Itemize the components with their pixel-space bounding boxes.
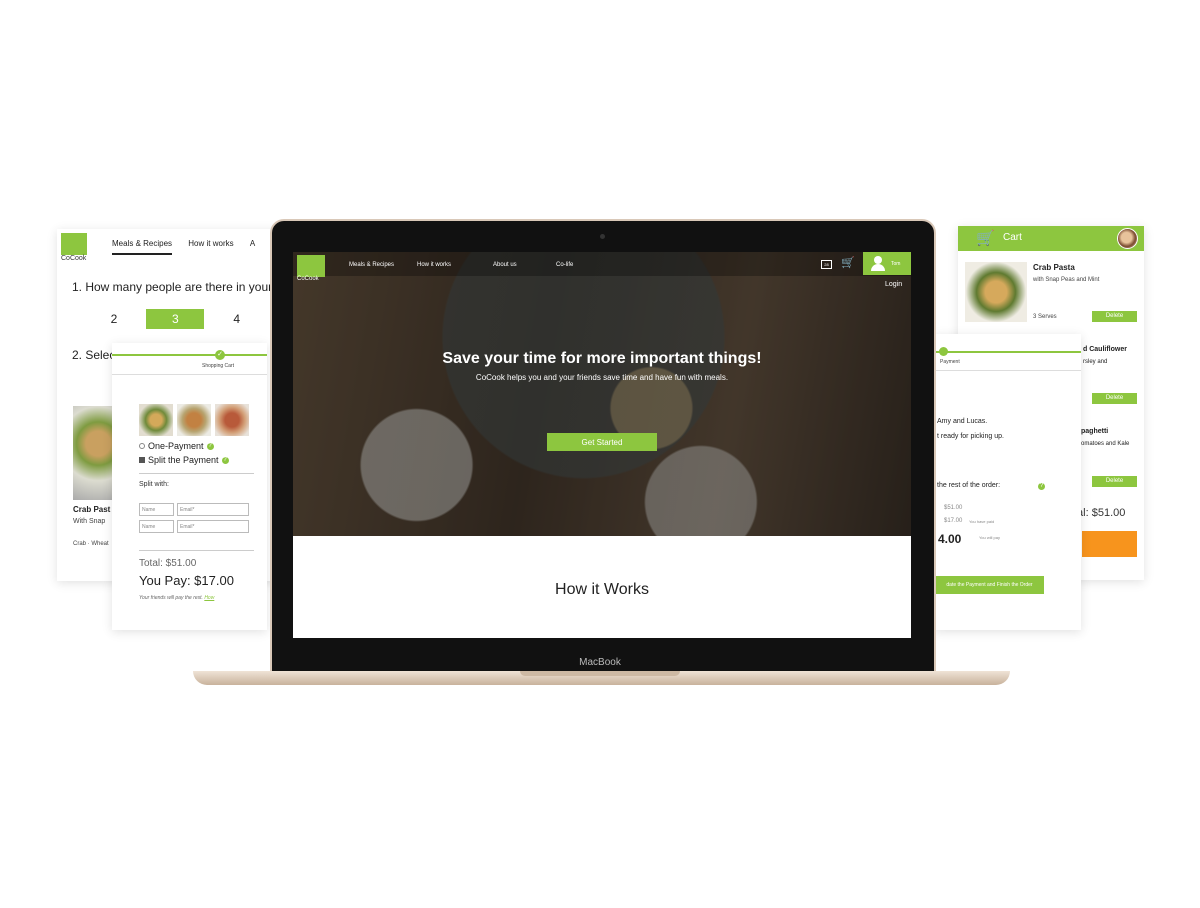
laptop-brand: MacBook <box>579 657 621 668</box>
cart-item-subtitle: omatoes and Kale <box>1081 441 1130 447</box>
count-option-3[interactable]: 3 <box>146 309 205 329</box>
payment-split-panel: ✓ Shopping Cart One-Payment ? Split the … <box>112 343 267 630</box>
paid-note: You have paid <box>969 519 995 524</box>
cart-item-subtitle: rsley and <box>1083 359 1108 365</box>
nav-how-it-works[interactable]: How it works <box>188 239 233 253</box>
hero-section <box>293 252 911 536</box>
nav-about-us[interactable]: About us <box>493 262 517 268</box>
logo-text: CoCook <box>61 255 87 262</box>
hero-subtitle: CoCook helps you and your friends save t… <box>475 373 729 382</box>
nav-co-life[interactable]: Co-life <box>556 262 573 268</box>
will-pay-note: You will pay <box>979 535 1000 540</box>
cart-total: tal: $51.00 <box>1074 507 1126 519</box>
user-name: Tom <box>891 261 901 267</box>
nav-how-it-works[interactable]: How it works <box>417 262 451 268</box>
cart-item-subtitle: with Snap Peas and Mint <box>1033 277 1100 283</box>
nav-meals-recipes[interactable]: Meals & Recipes <box>112 239 173 255</box>
divider <box>935 370 1081 371</box>
checkout-button[interactable] <box>1082 531 1137 557</box>
total-amount: $51.00 <box>944 505 963 511</box>
cocook-logo-icon[interactable] <box>297 255 325 277</box>
friend-name-input[interactable]: Name <box>139 520 174 533</box>
cart-icon[interactable]: 🛒 <box>976 230 995 247</box>
cocook-logo-icon[interactable] <box>61 233 87 255</box>
meal-tags: Crab · Wheat <box>73 541 109 547</box>
split-payment-option[interactable]: Split the Payment ? <box>139 455 229 465</box>
help-icon[interactable]: ? <box>1038 483 1045 490</box>
you-pay-amount: You Pay: $17.00 <box>139 573 234 588</box>
paid-amount: $17.00 <box>944 518 963 524</box>
step-label: Payment <box>940 359 960 365</box>
help-icon[interactable]: ? <box>206 442 214 450</box>
laptop-notch <box>520 671 680 676</box>
question-select: 2. Selec <box>72 348 116 362</box>
cart-item-image <box>965 262 1027 322</box>
cart-item-name: Crab Pasta <box>1033 263 1075 272</box>
divider <box>139 550 254 551</box>
rest-of-order-text: the rest of the order: <box>937 482 1001 489</box>
meal-subtitle: With Snap <box>73 518 106 525</box>
laptop-screen: CoCook Meals & Recipes How it works Abou… <box>293 252 911 638</box>
people-count-selector: 2 3 4 <box>85 309 266 329</box>
question-people-count: 1. How many people are there in your <box>72 280 273 294</box>
how-link[interactable]: How <box>204 595 214 601</box>
meal-name: Crab Past <box>73 505 111 514</box>
count-option-2[interactable]: 2 <box>85 309 143 329</box>
how-it-works-heading: How it Works <box>555 581 649 598</box>
delete-button[interactable]: Delete <box>1092 476 1137 487</box>
cart-item-name: d Cauliflower <box>1083 346 1127 353</box>
ready-text: t ready for picking up. <box>937 433 1004 440</box>
delete-button[interactable]: Delete <box>1092 311 1137 322</box>
calendar-icon[interactable]: 28 <box>821 260 832 269</box>
one-payment-label: One-Payment <box>148 441 204 451</box>
cart-icon[interactable]: 🛒 <box>841 256 855 269</box>
step-label: Shopping Cart <box>202 363 234 369</box>
progress-line <box>112 354 267 356</box>
left-back-nav: Meals & Recipes How it works A <box>112 239 269 255</box>
friend-email-input[interactable]: Email* <box>177 520 249 533</box>
laptop-camera <box>600 234 605 239</box>
login-link[interactable]: Login <box>885 281 902 288</box>
payment-status-panel: Payment Amy and Lucas. t ready for picki… <box>935 334 1081 630</box>
friends-text: Amy and Lucas. <box>937 418 988 425</box>
count-option-4[interactable]: 4 <box>208 309 266 329</box>
one-payment-option[interactable]: One-Payment ? <box>139 441 214 451</box>
split-note: Your friends will pay the rest. How <box>139 595 214 601</box>
step-dot <box>939 347 948 356</box>
note-text: Your friends will pay the rest. <box>139 595 203 601</box>
progress-line <box>935 351 1081 353</box>
remaining-amount: 4.00 <box>938 532 962 546</box>
logo-text: CoCook <box>297 276 319 282</box>
meal-thumbnail <box>215 404 249 436</box>
cart-title: Cart <box>1003 232 1022 243</box>
split-payment-label: Split the Payment <box>148 455 219 465</box>
friend-name-input[interactable]: Name <box>139 503 174 516</box>
nav-meals-recipes[interactable]: Meals & Recipes <box>349 262 394 268</box>
update-payment-button[interactable]: date the Payment and Finish the Order <box>935 576 1044 594</box>
divider <box>139 473 254 474</box>
divider <box>112 374 267 375</box>
order-total: Total: $51.00 <box>139 558 197 569</box>
cart-item-serves: 3 Serves <box>1033 314 1057 320</box>
radio-button[interactable] <box>139 443 145 449</box>
meal-image[interactable] <box>73 406 115 500</box>
meal-thumbnail <box>139 404 173 436</box>
cart-item-name: paghetti <box>1081 428 1109 435</box>
user-icon <box>871 256 885 271</box>
checkbox[interactable] <box>139 457 145 463</box>
avatar[interactable] <box>1117 228 1138 249</box>
hero-title: Save your time for more important things… <box>442 350 762 367</box>
split-with-label: Split with: <box>139 481 169 488</box>
check-icon: ✓ <box>215 350 225 360</box>
friend-email-input[interactable]: Email* <box>177 503 249 516</box>
help-icon[interactable]: ? <box>221 456 229 464</box>
meal-thumbnail <box>177 404 211 436</box>
get-started-button[interactable]: Get Started <box>547 433 657 451</box>
nav-about[interactable]: A <box>250 239 255 253</box>
delete-button[interactable]: Delete <box>1092 393 1137 404</box>
